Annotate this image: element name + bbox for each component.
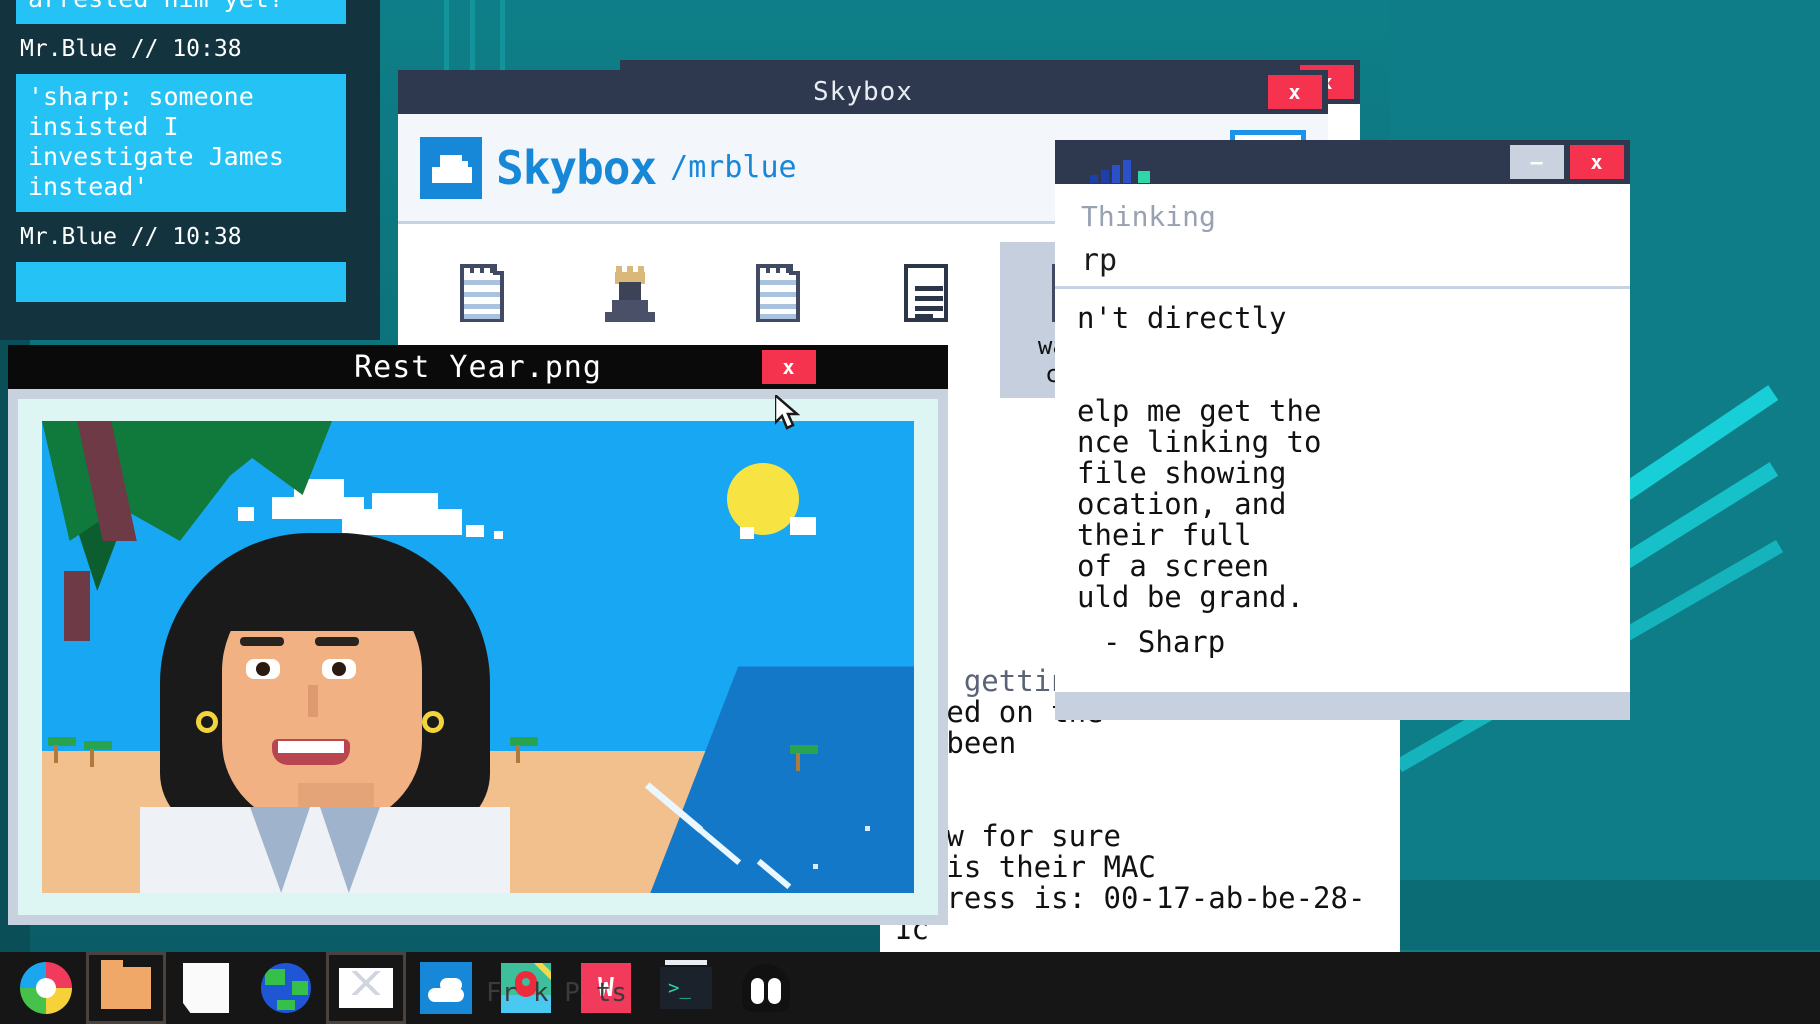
mac-note-line: address is: 00-17-ab-be-28-1c <box>894 881 1366 946</box>
notes-icon <box>183 963 229 1013</box>
chat-window[interactable]: haven't we arrested him yet?' Mr.Blue //… <box>0 0 380 340</box>
skybox-icon <box>420 962 472 1014</box>
folder-icon <box>101 960 151 1009</box>
thinking-content: Thinking rp n't directly elp me get the … <box>1055 184 1630 720</box>
globe-icon <box>261 963 311 1013</box>
chess-king-icon <box>560 250 700 322</box>
skybox-logo-icon <box>420 136 482 199</box>
mac-note-line: or is their MAC <box>894 850 1156 884</box>
chat-message-list[interactable]: haven't we arrested him yet?' Mr.Blue //… <box>0 0 380 340</box>
close-icon[interactable]: x <box>762 350 816 384</box>
wacko-icon: W <box>581 963 631 1013</box>
chrome-icon <box>20 962 72 1014</box>
image-viewer-frame <box>8 389 948 925</box>
chat-bubble-partial <box>16 262 346 302</box>
taskbar-item-music[interactable] <box>726 952 806 1024</box>
thinking-header-area: Thinking rp <box>1055 184 1630 289</box>
chat-meta: Mr.Blue // 10:38 <box>20 36 242 62</box>
taskbar-item-wacko[interactable]: W <box>566 952 646 1024</box>
avatar <box>140 533 510 893</box>
taskbar-item-mail[interactable] <box>326 952 406 1024</box>
close-icon[interactable]: x <box>1570 145 1624 179</box>
mac-note-line: know for sure <box>894 819 1121 853</box>
thinking-body: n't directly elp me get the nce linking … <box>1055 289 1630 658</box>
thinking-line: uld be grand. <box>1077 580 1304 614</box>
thinking-window-controls[interactable]: — x <box>1510 145 1624 179</box>
taskbar[interactable]: W >_ Fr k P ts <box>0 952 1820 1024</box>
image-viewer-window[interactable]: Rest Year.png x <box>8 345 948 925</box>
skybox-window-controls[interactable]: x <box>1268 75 1322 109</box>
image-canvas <box>18 399 938 915</box>
mail-icon <box>339 968 393 1008</box>
skybox-brand: Skybox <box>496 140 657 195</box>
notepad-icon <box>708 250 848 322</box>
signal-bars-icon <box>1090 160 1150 183</box>
maps-icon <box>501 963 551 1013</box>
image-viewer-title: Rest Year.png <box>354 349 602 385</box>
thinking-line: n't directly <box>1077 301 1287 335</box>
minimize-icon[interactable]: — <box>1510 145 1564 179</box>
thinking-line: ocation, and <box>1077 487 1287 521</box>
beach-selfie-image <box>42 421 914 893</box>
taskbar-item-browser[interactable] <box>246 952 326 1024</box>
mac-note-spacer <box>894 790 1386 821</box>
mac-note-spacer <box>894 759 1386 790</box>
taskbar-item-notes[interactable] <box>166 952 246 1024</box>
skybox-title: Skybox <box>813 77 913 107</box>
mac-note-line: as been <box>894 726 1017 760</box>
terminal-icon: >_ <box>660 960 712 1009</box>
headphones-icon <box>742 964 790 1012</box>
thinking-line: file showing <box>1077 456 1287 490</box>
thinking-footer-bar <box>1055 692 1630 720</box>
chat-meta: Mr.Blue // 10:38 <box>20 224 242 250</box>
taskbar-item-skybox[interactable] <box>406 952 486 1024</box>
thinking-signature: - Sharp <box>1103 625 1226 659</box>
skybox-path: /mrblue <box>670 150 797 185</box>
thinking-window[interactable]: — x Thinking rp n't directly elp me get … <box>1055 140 1630 720</box>
skybox-titlebar[interactable]: Skybox x <box>398 70 1328 114</box>
taskbar-item-maps[interactable] <box>486 952 566 1024</box>
thinking-status: Thinking <box>1081 200 1216 233</box>
notepad-icon <box>412 250 552 322</box>
chat-bubble: haven't we arrested him yet?' <box>16 0 346 24</box>
taskbar-item-files[interactable] <box>86 952 166 1024</box>
taskbar-item-chrome[interactable] <box>6 952 86 1024</box>
image-viewer-titlebar[interactable]: Rest Year.png x <box>8 345 948 389</box>
thinking-line: their full <box>1077 518 1252 552</box>
thinking-line: of a screen <box>1077 549 1270 583</box>
close-icon[interactable]: x <box>1268 75 1322 109</box>
image-viewer-window-controls[interactable]: x <box>762 350 816 384</box>
thinking-line: nce linking to <box>1077 425 1322 459</box>
thinking-subheader: rp <box>1081 243 1118 278</box>
chat-bubble: 'sharp: someone insisted I investigate J… <box>16 74 346 212</box>
document-icon <box>856 250 996 322</box>
thinking-line: elp me get the <box>1077 394 1322 428</box>
taskbar-item-terminal[interactable]: >_ <box>646 952 726 1024</box>
